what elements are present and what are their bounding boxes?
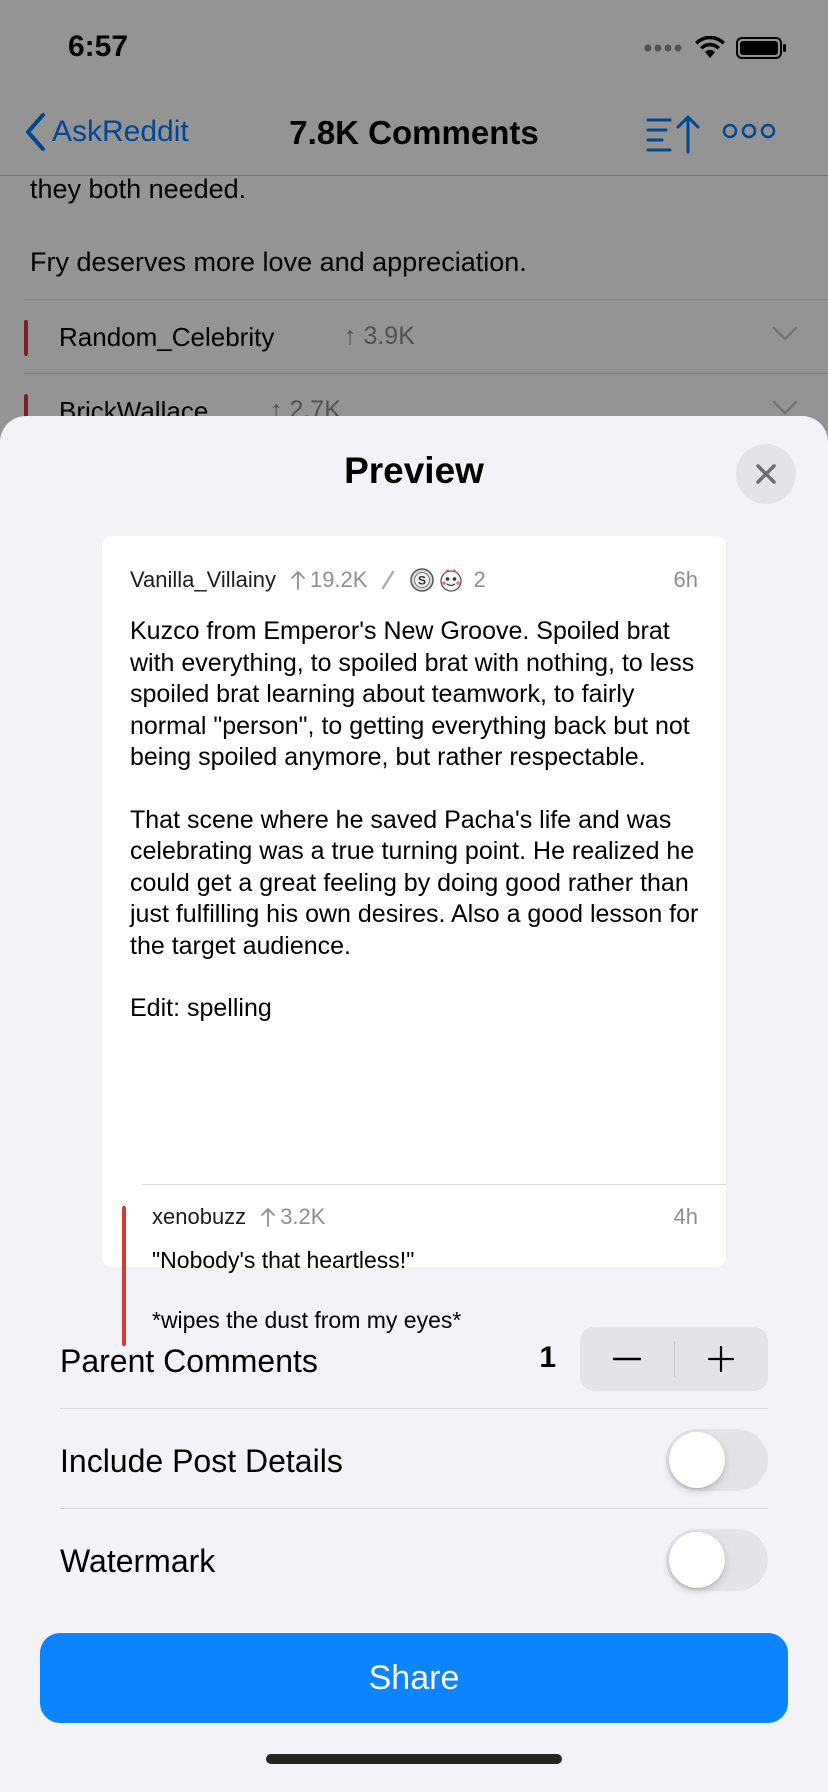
watermark-label: Watermark (60, 1543, 216, 1579)
decrement-button[interactable] (580, 1327, 674, 1391)
share-button[interactable]: Share (40, 1633, 788, 1723)
increment-button[interactable] (675, 1327, 769, 1391)
include-post-details-label: Include Post Details (60, 1443, 343, 1479)
parent-comments-stepper[interactable] (580, 1327, 768, 1391)
comment-score: 19.2K (290, 567, 367, 593)
reply-paragraph: "Nobody's that heartless!" (152, 1247, 415, 1273)
include-post-details-row: Include Post Details (60, 1409, 768, 1509)
comment-header: Vanilla_Villainy 19.2K S 2 6h (130, 564, 698, 596)
comment-author: Vanilla_Villainy (130, 567, 276, 592)
watermark-toggle[interactable] (666, 1529, 768, 1591)
reply-author: xenobuzz (152, 1204, 247, 1229)
parent-comments-row: Parent Comments 1 (60, 1309, 768, 1409)
divider (142, 1184, 726, 1185)
edited-icon (382, 570, 395, 590)
reply-age: 4h (673, 1204, 698, 1229)
parent-comments-value: 1 (539, 1341, 556, 1374)
minus-icon (612, 1357, 641, 1361)
comment-paragraph: Edit: spelling (130, 994, 272, 1022)
silver-award-icon: S (410, 568, 435, 592)
upvote-arrow-icon (291, 571, 305, 590)
parent-comments-label: Parent Comments (60, 1343, 318, 1379)
comment-paragraph: That scene where he saved Pacha's life a… (130, 805, 699, 960)
reply-header: xenobuzz 3.2K 4h (152, 1204, 698, 1230)
comment-body: Kuzco from Emperor's New Groove. Spoiled… (130, 616, 700, 1056)
awards: S 2 (409, 567, 486, 593)
preview-card: Vanilla_Villainy 19.2K S 2 6h Kuzco from… (102, 536, 726, 1346)
share-options: Parent Comments 1 Include Post Details W… (60, 1309, 768, 1609)
share-preview-sheet: Preview Vanilla_Villainy 19.2K S 2 6h Ku… (0, 416, 828, 1792)
close-icon (756, 464, 776, 484)
award-count: 2 (473, 567, 486, 592)
toggle-knob (669, 1532, 725, 1588)
sheet-title: Preview (344, 450, 484, 491)
include-post-details-toggle[interactable] (666, 1429, 768, 1491)
wholesome-award-icon (440, 569, 463, 592)
comment-age: 6h (673, 567, 698, 592)
toggle-knob (669, 1432, 725, 1488)
close-button[interactable] (736, 444, 796, 504)
svg-text:S: S (418, 574, 426, 588)
comment-paragraph: Kuzco from Emperor's New Groove. Spoiled… (130, 617, 695, 771)
watermark-row: Watermark (60, 1509, 768, 1609)
plus-icon (708, 1345, 735, 1373)
home-indicator (266, 1754, 562, 1764)
reply-score: 3.2K (260, 1204, 325, 1230)
upvote-arrow-icon (261, 1208, 276, 1227)
